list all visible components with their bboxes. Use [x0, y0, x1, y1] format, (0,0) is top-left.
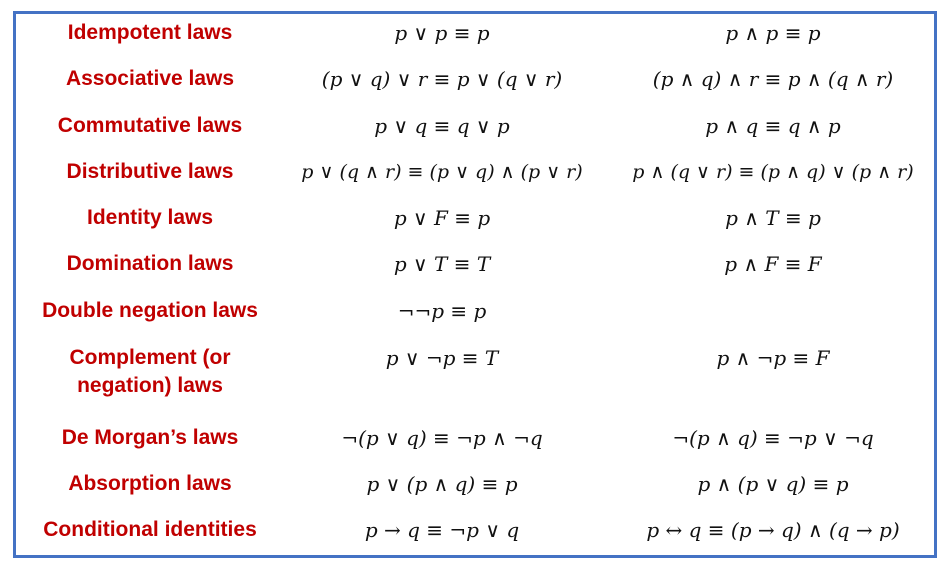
formula-or: p ∨ T ≡ T — [393, 252, 491, 276]
formula-and: p ↔ q ≡ (p → q) ∧ (q → p) — [646, 518, 900, 542]
formula-and: (p ∧ q) ∧ r ≡ p ∧ (q ∧ r) — [652, 67, 894, 91]
law-name-line: negation) laws — [77, 374, 223, 397]
law-name: Identity laws — [86, 206, 214, 229]
formula-and: p ∧ ¬p ≡ F — [716, 346, 830, 370]
formula-or: p ∨ (q ∧ r) ≡ (p ∨ q) ∧ (p ∨ r) — [301, 161, 583, 183]
law-name: Domination laws — [66, 252, 234, 275]
formula-and: ¬(p ∧ q) ≡ ¬p ∨ ¬q — [672, 426, 874, 450]
law-name: Double negation laws — [42, 299, 258, 322]
formula-and: p ∧ T ≡ p — [725, 206, 821, 230]
formula-or: ¬¬p ≡ p — [397, 299, 487, 323]
law-name-line: Complement (or — [69, 346, 231, 369]
formula-or: p → q ≡ ¬p ∨ q — [364, 518, 520, 542]
formula-or: ¬(p ∨ q) ≡ ¬p ∧ ¬q — [341, 426, 543, 450]
formula-or: p ∨ F ≡ p — [393, 206, 491, 230]
formula-or: p ∨ ¬p ≡ T — [385, 346, 499, 370]
formula-or: p ∨ p ≡ p — [394, 21, 490, 45]
law-name: Complement (or negation) laws — [16, 344, 284, 400]
formula-or: (p ∨ q) ∨ r ≡ p ∨ (q ∨ r) — [321, 67, 563, 91]
formula-and: p ∧ F ≡ F — [724, 252, 822, 276]
law-name: Conditional identities — [43, 518, 257, 541]
equivalence-table: Idempotent laws p ∨ p ≡ p p ∧ p ≡ p Asso… — [13, 11, 937, 558]
formula-and: p ∧ (q ∨ r) ≡ (p ∧ q) ∨ (p ∧ r) — [632, 161, 914, 183]
law-name: Distributive laws — [66, 160, 234, 183]
formula-or: p ∨ (p ∧ q) ≡ p — [366, 472, 518, 496]
law-name: Associative laws — [65, 67, 235, 90]
formula-and: p ∧ p ≡ p — [725, 21, 821, 45]
law-name: Commutative laws — [57, 114, 243, 137]
formula-or: p ∨ q ≡ q ∨ p — [374, 114, 510, 138]
formula-and: p ∧ (p ∨ q) ≡ p — [697, 472, 849, 496]
formula-and: p ∧ q ≡ q ∧ p — [705, 114, 841, 138]
law-name: De Morgan’s laws — [61, 426, 239, 449]
law-name: Idempotent laws — [67, 21, 233, 44]
law-name: Absorption laws — [68, 472, 232, 495]
